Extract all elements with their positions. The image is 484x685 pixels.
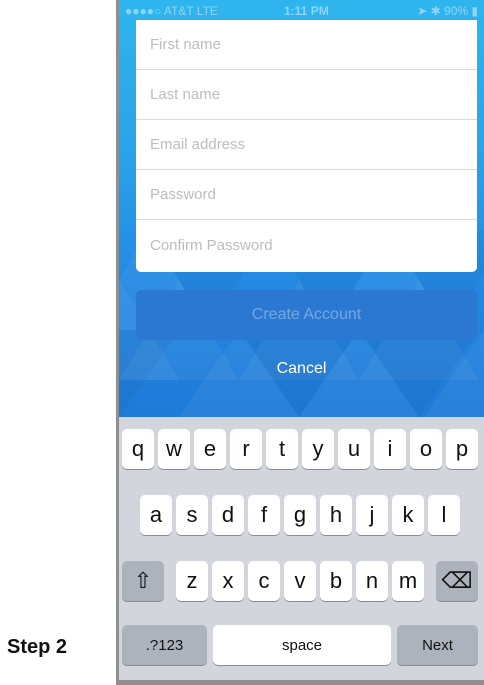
cancel-button[interactable]: Cancel (119, 360, 484, 378)
phone-screen: ●●●●○ AT&T LTE 1:11 PM ➤ ✱ 90% ▮ Create … (116, 0, 484, 685)
step-caption: Step 2 (7, 636, 68, 658)
key-p[interactable]: p (446, 429, 478, 469)
key-i[interactable]: i (374, 429, 406, 469)
first-name-input[interactable] (148, 35, 462, 54)
key-r[interactable]: r (230, 429, 262, 469)
key-z[interactable]: z (176, 561, 208, 601)
key-v[interactable]: v (284, 561, 316, 601)
key-u[interactable]: u (338, 429, 370, 469)
status-bar: ●●●●○ AT&T LTE 1:11 PM ➤ ✱ 90% ▮ (119, 0, 484, 22)
key-s[interactable]: s (176, 495, 208, 535)
key-x[interactable]: x (212, 561, 244, 601)
signup-form (136, 20, 477, 272)
key-k[interactable]: k (392, 495, 424, 535)
key-q[interactable]: q (122, 429, 154, 469)
key-a[interactable]: a (140, 495, 172, 535)
delete-icon: ⌫ (441, 568, 473, 593)
key-m[interactable]: m (392, 561, 424, 601)
carrier-signal: ●●●●○ AT&T LTE (125, 4, 218, 18)
next-key[interactable]: Next (397, 625, 478, 665)
first-name-row (136, 20, 477, 70)
key-e[interactable]: e (194, 429, 226, 469)
confirm-password-row (136, 220, 477, 270)
signup-screen: ●●●●○ AT&T LTE 1:11 PM ➤ ✱ 90% ▮ Create … (119, 0, 484, 417)
key-j[interactable]: j (356, 495, 388, 535)
password-row (136, 170, 477, 220)
keyboard: q w e r t y u i o p a s d f g h j k l ⇧ … (119, 417, 484, 680)
battery-status: ➤ ✱ 90% ▮ (417, 4, 478, 18)
key-b[interactable]: b (320, 561, 352, 601)
password-input[interactable] (148, 185, 462, 204)
key-f[interactable]: f (248, 495, 280, 535)
create-account-button[interactable]: Create Account (136, 290, 477, 340)
key-t[interactable]: t (266, 429, 298, 469)
key-l[interactable]: l (428, 495, 460, 535)
key-d[interactable]: d (212, 495, 244, 535)
status-time: 1:11 PM (284, 4, 329, 18)
key-c[interactable]: c (248, 561, 280, 601)
key-w[interactable]: w (158, 429, 190, 469)
email-row (136, 120, 477, 170)
confirm-password-input[interactable] (148, 235, 462, 255)
key-n[interactable]: n (356, 561, 388, 601)
key-y[interactable]: y (302, 429, 334, 469)
shift-key[interactable]: ⇧ (122, 561, 164, 601)
delete-key[interactable]: ⌫ (436, 561, 478, 601)
key-o[interactable]: o (410, 429, 442, 469)
key-h[interactable]: h (320, 495, 352, 535)
space-key[interactable]: space (213, 625, 391, 665)
shift-icon: ⇧ (133, 568, 153, 593)
last-name-input[interactable] (148, 85, 462, 104)
last-name-row (136, 70, 477, 120)
email-input[interactable] (148, 135, 462, 154)
key-g[interactable]: g (284, 495, 316, 535)
numbers-key[interactable]: .?123 (122, 625, 207, 665)
